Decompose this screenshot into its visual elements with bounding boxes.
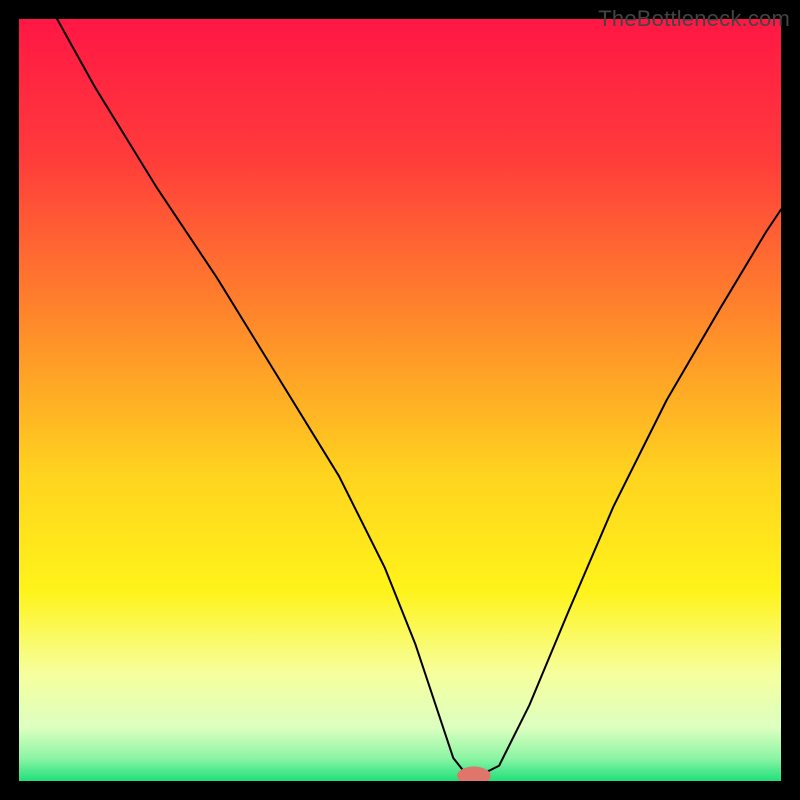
watermark-text: TheBottleneck.com (598, 6, 790, 32)
chart-svg (19, 19, 781, 781)
chart-area (19, 19, 781, 781)
